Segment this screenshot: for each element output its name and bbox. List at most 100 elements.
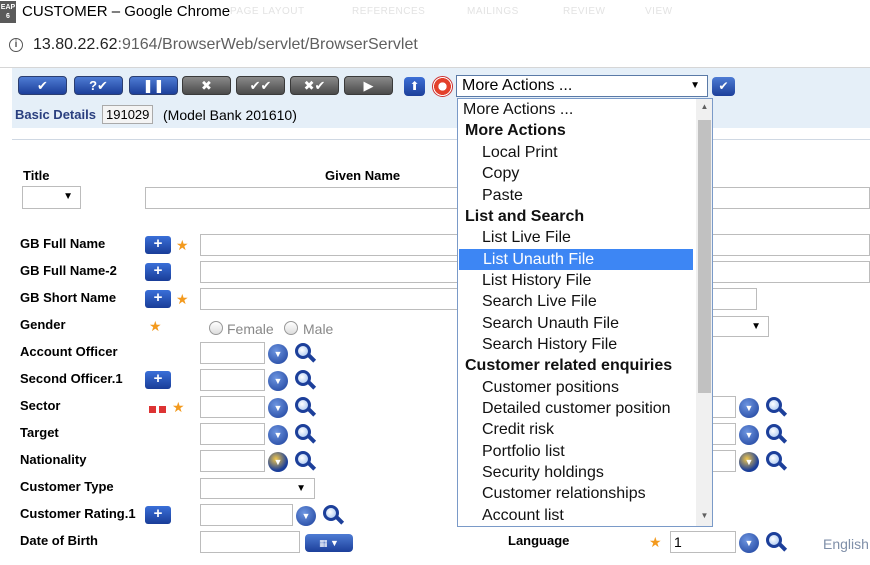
given-name-label: Given Name <box>325 168 401 183</box>
handle <box>306 353 317 363</box>
scroll-up-icon[interactable]: ▲ <box>696 99 712 115</box>
search-icon[interactable] <box>293 450 317 472</box>
action-option[interactable]: Credit risk <box>458 419 693 440</box>
delete-button[interactable]: ✖ <box>182 76 231 95</box>
expand-plus-icon[interactable]: + <box>145 263 171 281</box>
expand-plus-icon[interactable]: + <box>145 236 171 254</box>
multi-value-icon[interactable] <box>159 406 166 413</box>
search-icon[interactable] <box>293 342 317 364</box>
language-input[interactable]: 1 <box>670 531 736 553</box>
authorise-button[interactable]: ✔✔ <box>236 76 285 95</box>
dropdown-icon[interactable]: ▼ <box>268 425 288 445</box>
action-option[interactable]: Detailed customer position <box>458 398 693 419</box>
validate-button[interactable]: ?✔ <box>74 76 123 95</box>
next-button[interactable]: ▶ <box>344 76 393 95</box>
date-of-birth-input[interactable] <box>200 531 300 553</box>
customer-rating-input[interactable] <box>200 504 293 526</box>
hold-button[interactable]: ❚❚ <box>129 76 178 95</box>
dropdown-icon[interactable]: ▼ <box>268 344 288 364</box>
gender-male-radio[interactable] <box>284 321 298 335</box>
gender-female-label: Female <box>227 321 274 337</box>
expand-plus-icon[interactable]: + <box>145 371 171 389</box>
search-icon[interactable] <box>293 369 317 391</box>
expand-plus-icon[interactable]: + <box>145 290 171 308</box>
search-icon[interactable] <box>764 396 788 418</box>
dropdown-star-icon[interactable]: ▼ <box>268 452 288 472</box>
more-actions-listbox[interactable]: Account list Customer relationships Securi… <box>457 98 713 527</box>
action-option[interactable]: Search Unauth File <box>458 313 693 334</box>
ghost-tab: REVIEW <box>563 6 606 17</box>
account-officer-label: Account Officer <box>20 344 118 359</box>
scrollbar-thumb[interactable] <box>698 120 711 393</box>
customer-type-select[interactable]: ▼ <box>200 478 315 499</box>
search-icon[interactable] <box>293 423 317 445</box>
info-icon[interactable]: i <box>9 38 23 52</box>
more-actions-select[interactable]: More Actions ... ▼ <box>456 75 708 97</box>
second-officer-input[interactable] <box>200 369 265 391</box>
action-option[interactable]: Customer relationships <box>458 483 693 504</box>
mandatory-star-icon: ★ <box>172 399 185 415</box>
commit-button[interactable]: ✔ <box>18 76 67 95</box>
residence-select[interactable]: ▼ <box>712 316 769 337</box>
customer-rating-label: Customer Rating.1 <box>20 506 136 521</box>
handle <box>777 542 788 552</box>
action-option[interactable]: Account list <box>458 505 693 526</box>
company-label: (Model Bank 201610) <box>163 107 297 123</box>
url-path: :9164/BrowserWeb/servlet/BrowserServlet <box>117 36 418 53</box>
scroll-down-icon[interactable]: ▼ <box>696 508 712 524</box>
dropdown-icon[interactable]: ▼ <box>296 506 316 526</box>
customer-type-label: Customer Type <box>20 479 114 494</box>
address-bar[interactable]: i 13.80.22.62:9164/BrowserWeb/servlet/Br… <box>0 26 870 68</box>
action-option[interactable]: Paste <box>458 185 693 206</box>
calendar-icon[interactable]: ▦ ▼ <box>305 534 353 552</box>
search-icon[interactable] <box>321 504 345 526</box>
gender-female-radio[interactable] <box>209 321 223 335</box>
customer-status-input[interactable] <box>712 423 736 445</box>
search-icon[interactable] <box>293 396 317 418</box>
action-option[interactable]: Customer positions <box>458 377 693 398</box>
dropdown-icon[interactable]: ▼ <box>739 425 759 445</box>
action-option[interactable]: List Live File <box>458 227 693 248</box>
sector-input[interactable] <box>200 396 265 418</box>
search-icon[interactable] <box>764 531 788 553</box>
up-arrow-icon[interactable]: ⬆ <box>404 77 425 96</box>
nationality-input[interactable] <box>200 450 265 472</box>
dropdown-icon[interactable]: ▼ <box>268 371 288 391</box>
action-option[interactable]: Portfolio list <box>458 441 693 462</box>
residence-input[interactable] <box>712 450 736 472</box>
reverse-button[interactable]: ✖✔ <box>290 76 339 95</box>
chevron-down-icon: ▼ <box>690 80 700 91</box>
mandatory-star-icon: ★ <box>149 318 162 334</box>
target-input[interactable] <box>200 423 265 445</box>
search-icon[interactable] <box>764 450 788 472</box>
search-icon[interactable] <box>764 423 788 445</box>
action-option[interactable]: Local Print <box>458 142 693 163</box>
action-option[interactable]: List Unauth File <box>459 249 693 270</box>
dropdown-icon[interactable]: ▼ <box>739 398 759 418</box>
expand-plus-icon[interactable]: + <box>145 506 171 524</box>
help-lifebuoy-icon[interactable] <box>432 76 453 97</box>
option-group-label: Customer related enquiries <box>465 357 673 374</box>
language-english-link[interactable]: English <box>823 536 869 552</box>
multi-value-icon[interactable] <box>149 406 156 413</box>
title-label: Title <box>23 168 50 183</box>
option-group-label: More Actions <box>465 122 566 139</box>
action-option[interactable]: Security holdings <box>458 462 693 483</box>
dropdown-star-icon[interactable]: ▼ <box>739 452 759 472</box>
dropdown-icon[interactable]: ▼ <box>739 533 759 553</box>
ghost-tab: REFERENCES <box>352 6 426 17</box>
mandatory-star-icon: ★ <box>649 534 662 550</box>
url-text[interactable]: 13.80.22.62:9164/BrowserWeb/servlet/Brow… <box>33 36 418 54</box>
action-option[interactable]: More Actions ... <box>458 99 693 120</box>
dropdown-icon[interactable]: ▼ <box>268 398 288 418</box>
action-option[interactable]: List History File <box>458 270 693 291</box>
action-option[interactable]: Search History File <box>458 334 693 355</box>
industry-input[interactable] <box>712 396 736 418</box>
actions-go-button[interactable]: ✔ <box>712 77 735 96</box>
title-select[interactable]: ▼ <box>22 186 81 209</box>
handle <box>306 434 317 444</box>
action-option[interactable]: Copy <box>458 163 693 184</box>
account-officer-input[interactable] <box>200 342 265 364</box>
action-option[interactable]: Search Live File <box>458 291 693 312</box>
more-actions-value: More Actions ... <box>462 77 573 94</box>
